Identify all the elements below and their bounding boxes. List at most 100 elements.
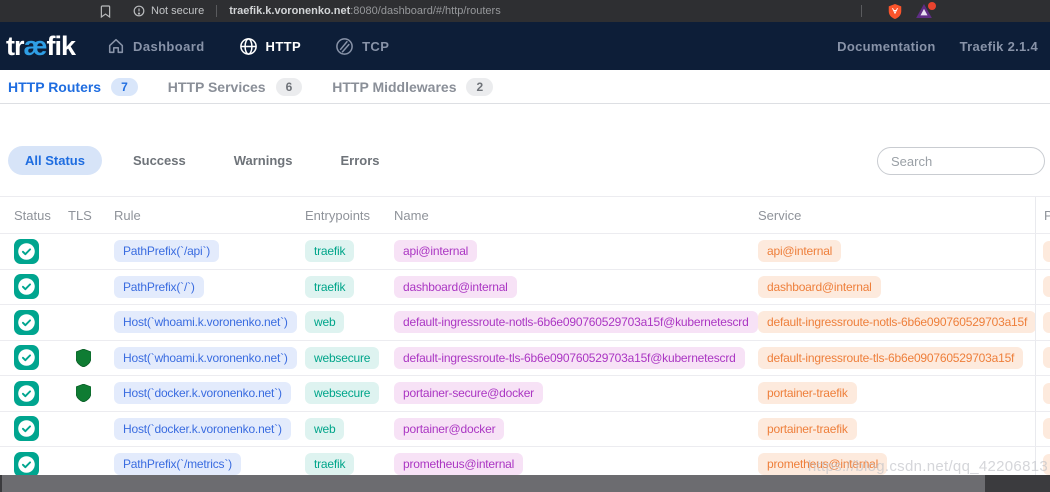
tab-label: HTTP Routers xyxy=(8,79,101,95)
success-status-icon xyxy=(14,381,39,406)
notification-dot xyxy=(928,2,936,10)
site-security-indicator[interactable]: Not secure xyxy=(133,5,204,17)
tab-http-middlewares[interactable]: HTTP Middlewares 2 xyxy=(332,78,493,96)
table-row[interactable]: Host(`docker.k.voronenko.net`) websecure… xyxy=(0,376,1050,412)
section-tabs: HTTP Routers 7 HTTP Services 6 HTTP Midd… xyxy=(0,70,1050,104)
nav-item-http[interactable]: HTTP xyxy=(239,37,302,56)
service-chip: default-ingressroute-notls-6b6e090760529… xyxy=(758,311,1036,333)
provider-chip xyxy=(1043,312,1050,333)
column-header-provider: Provider xyxy=(1035,197,1050,233)
tls-shield-icon xyxy=(76,349,91,367)
success-status-icon xyxy=(14,452,39,475)
app-navbar: træfik Dashboard HTTP TCP Documentation … xyxy=(0,22,1050,70)
network-icon xyxy=(335,37,354,56)
nav-item-label: TCP xyxy=(362,39,389,54)
bookmark-icon[interactable] xyxy=(100,5,111,18)
extension-icon[interactable] xyxy=(916,4,932,18)
rule-chip: PathPrefix(`/api`) xyxy=(114,240,219,262)
column-header-service: Service xyxy=(750,208,1035,223)
info-icon xyxy=(133,5,145,17)
entrypoint-chip: traefik xyxy=(305,276,354,298)
column-header-status: Status xyxy=(0,208,60,223)
success-status-icon xyxy=(14,345,39,370)
provider-chip xyxy=(1043,347,1050,368)
nav-item-label: Dashboard xyxy=(133,39,205,54)
router-name-chip: portainer@docker xyxy=(394,418,504,440)
router-name-chip: dashboard@internal xyxy=(394,276,517,298)
tab-count-badge: 7 xyxy=(111,78,138,96)
browser-toolbar: Not secure traefik.k.voronenko.net:8080/… xyxy=(0,0,1050,22)
column-header-entrypoints: Entrypoints xyxy=(297,208,386,223)
service-chip: default-ingressroute-tls-6b6e09076052970… xyxy=(758,347,1023,369)
horizontal-scrollbar[interactable] xyxy=(0,475,1050,492)
routers-table: Status TLS Rule Entrypoints Name Service… xyxy=(0,196,1050,475)
rule-chip: Host(`docker.k.voronenko.net`) xyxy=(114,418,291,440)
router-name-chip: default-ingressroute-notls-6b6e090760529… xyxy=(394,311,758,333)
service-chip: api@internal xyxy=(758,240,841,262)
provider-chip xyxy=(1043,276,1050,297)
tls-shield-icon xyxy=(76,384,91,402)
home-icon xyxy=(107,37,125,55)
success-status-icon xyxy=(14,274,39,299)
divider xyxy=(861,5,862,17)
provider-chip xyxy=(1043,418,1050,439)
service-chip: dashboard@internal xyxy=(758,276,881,298)
table-header-row: Status TLS Rule Entrypoints Name Service… xyxy=(0,197,1050,234)
rule-chip: PathPrefix(`/metrics`) xyxy=(114,453,241,475)
version-label[interactable]: Traefik 2.1.4 xyxy=(960,39,1038,54)
filter-success[interactable]: Success xyxy=(116,146,203,175)
documentation-link[interactable]: Documentation xyxy=(837,39,936,54)
table-row[interactable]: Host(`whoami.k.voronenko.net`) web defau… xyxy=(0,305,1050,341)
nav-item-label: HTTP xyxy=(266,39,302,54)
url-host: traefik.k.voronenko.net xyxy=(229,5,350,17)
traefik-logo[interactable]: træfik xyxy=(6,33,75,60)
filter-errors[interactable]: Errors xyxy=(323,146,396,175)
rule-chip: PathPrefix(`/`) xyxy=(114,276,204,298)
url-path: :8080/dashboard/#/http/routers xyxy=(350,5,500,17)
address-bar[interactable]: traefik.k.voronenko.net:8080/dashboard/#… xyxy=(229,5,501,17)
column-header-tls: TLS xyxy=(60,208,106,223)
success-status-icon xyxy=(14,310,39,335)
security-label: Not secure xyxy=(151,5,204,17)
search-box[interactable] xyxy=(877,147,1045,175)
browser-window: Not secure traefik.k.voronenko.net:8080/… xyxy=(0,0,1050,492)
globe-icon xyxy=(239,37,258,56)
rule-chip: Host(`whoami.k.voronenko.net`) xyxy=(114,347,297,369)
entrypoint-chip: web xyxy=(305,418,344,440)
tab-http-routers[interactable]: HTTP Routers 7 xyxy=(8,78,138,96)
service-chip: portainer-traefik xyxy=(758,382,857,404)
entrypoint-chip: traefik xyxy=(305,240,354,262)
search-input[interactable] xyxy=(891,154,1050,169)
table-row[interactable]: PathPrefix(`/api`) traefik api@internal … xyxy=(0,234,1050,270)
success-status-icon xyxy=(14,239,39,264)
tab-count-badge: 6 xyxy=(276,78,303,96)
tab-http-services[interactable]: HTTP Services 6 xyxy=(168,78,302,96)
provider-chip xyxy=(1043,241,1050,262)
watermark: https://blog.csdn.net/qq_42206813 xyxy=(808,458,1048,475)
filter-all-status[interactable]: All Status xyxy=(8,146,102,175)
table-row[interactable]: Host(`docker.k.voronenko.net`) web porta… xyxy=(0,412,1050,448)
filter-warnings[interactable]: Warnings xyxy=(217,146,310,175)
table-row[interactable]: Host(`whoami.k.voronenko.net`) websecure… xyxy=(0,341,1050,377)
provider-chip xyxy=(1043,383,1050,404)
rule-chip: Host(`docker.k.voronenko.net`) xyxy=(114,382,291,404)
status-filters: All Status Success Warnings Errors xyxy=(8,146,397,175)
column-header-rule: Rule xyxy=(106,208,297,223)
tab-label: HTTP Services xyxy=(168,79,266,95)
nav-item-dashboard[interactable]: Dashboard xyxy=(107,37,205,55)
divider xyxy=(216,5,217,17)
brave-shield-icon[interactable] xyxy=(888,4,902,19)
scrollbar-thumb[interactable] xyxy=(2,475,985,492)
router-name-chip: portainer-secure@docker xyxy=(394,382,543,404)
entrypoint-chip: websecure xyxy=(305,382,379,404)
router-name-chip: default-ingressroute-tls-6b6e09076052970… xyxy=(394,347,745,369)
entrypoint-chip: websecure xyxy=(305,347,379,369)
success-status-icon xyxy=(14,416,39,441)
router-name-chip: prometheus@internal xyxy=(394,453,523,475)
nav-item-tcp[interactable]: TCP xyxy=(335,37,389,56)
router-name-chip: api@internal xyxy=(394,240,477,262)
tab-count-badge: 2 xyxy=(466,78,493,96)
entrypoint-chip: web xyxy=(305,311,344,333)
column-header-name: Name xyxy=(386,208,750,223)
table-row[interactable]: PathPrefix(`/`) traefik dashboard@intern… xyxy=(0,270,1050,306)
